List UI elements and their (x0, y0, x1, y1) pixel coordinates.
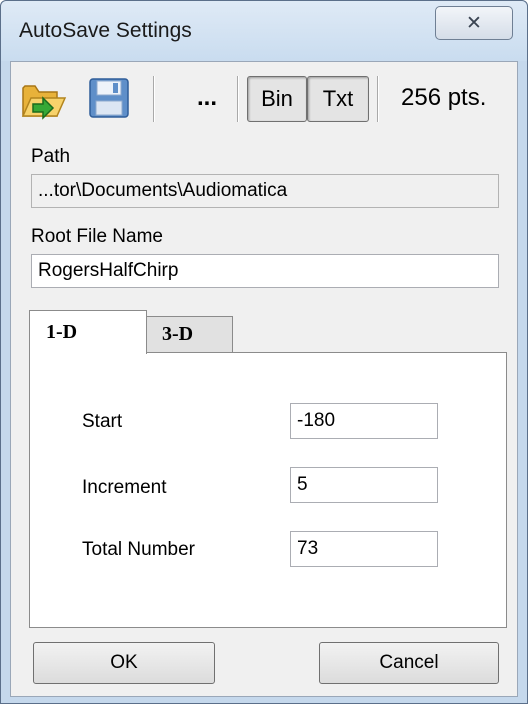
total-number-input[interactable]: 73 (290, 531, 438, 567)
points-count-label: 256 pts. (401, 84, 487, 111)
increment-label: Increment (82, 477, 167, 498)
toolbar-separator (237, 76, 239, 122)
start-input[interactable]: -180 (290, 403, 438, 439)
toolbar: ... Bin Txt 256 pts. (11, 62, 517, 134)
floppy-disk-icon[interactable] (85, 74, 133, 122)
autosave-settings-window: AutoSave Settings ✕ ... Bin Txt 256 pts.… (0, 0, 528, 704)
tab-panel-1d: Start -180 Increment 5 Total Number 73 (29, 352, 507, 628)
close-button[interactable]: ✕ (435, 6, 513, 40)
close-icon: ✕ (466, 12, 482, 34)
root-file-name-input[interactable]: RogersHalfChirp (31, 254, 499, 288)
dialog-body: ... Bin Txt 256 pts. Path ...tor\Documen… (10, 61, 518, 697)
increment-input[interactable]: 5 (290, 467, 438, 503)
root-file-name-label: Root File Name (31, 226, 163, 247)
tab-1d[interactable]: 1-D (29, 310, 147, 354)
path-label: Path (31, 146, 71, 167)
start-label: Start (82, 411, 123, 432)
toolbar-separator (377, 76, 379, 122)
folder-open-icon[interactable] (19, 74, 67, 122)
path-field: ...tor\Documents\Audiomatica (31, 174, 499, 208)
title-bar[interactable]: AutoSave Settings ✕ (1, 1, 527, 61)
ok-button[interactable]: OK (33, 642, 215, 684)
toolbar-separator (153, 76, 155, 122)
cancel-button[interactable]: Cancel (319, 642, 499, 684)
browse-button[interactable]: ... (189, 78, 225, 118)
total-number-label: Total Number (82, 539, 195, 560)
bin-toggle-button[interactable]: Bin (247, 76, 307, 122)
tab-3d[interactable]: 3-D (145, 316, 233, 352)
window-title: AutoSave Settings (19, 19, 192, 42)
txt-toggle-button[interactable]: Txt (307, 76, 369, 122)
